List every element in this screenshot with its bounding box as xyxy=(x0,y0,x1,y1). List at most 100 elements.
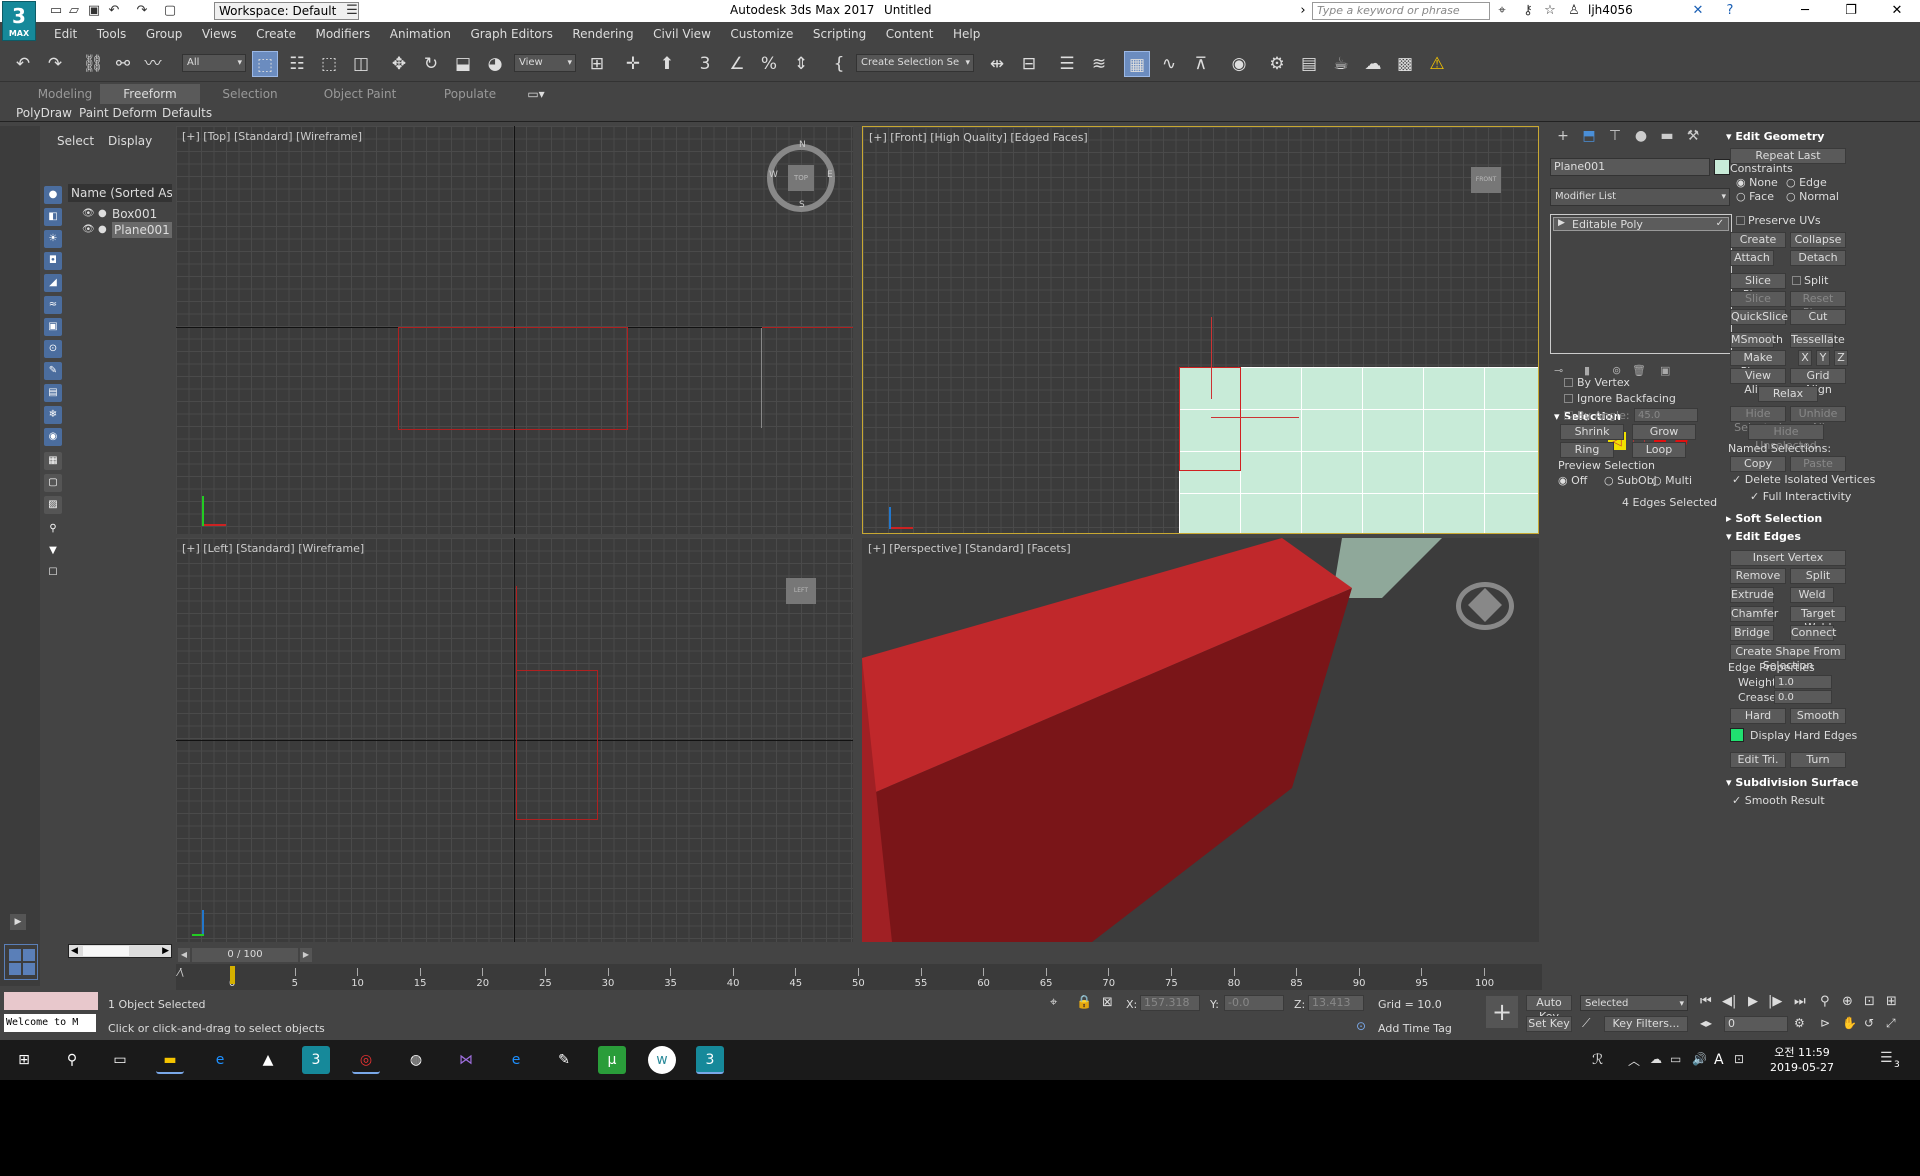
edit-geometry-rollout-title[interactable]: ▾ Edit Geometry xyxy=(1726,130,1824,143)
panel-defaults[interactable]: Defaults xyxy=(162,104,212,122)
viewport-front[interactable]: FRONT [+] [Front] [High Quality] [Edged … xyxy=(862,126,1539,534)
help-icon[interactable]: ? xyxy=(1722,3,1738,19)
create-button[interactable]: Create xyxy=(1730,232,1786,248)
containers-filter-icon[interactable]: ▤ xyxy=(44,384,62,402)
edit-named-selection-icon[interactable]: { xyxy=(826,51,852,77)
list-item[interactable]: 👁 ● Plane001 xyxy=(68,222,172,238)
edit-edges-rollout[interactable]: ▾ Edit Edges xyxy=(1726,530,1801,543)
key-tangent-icon[interactable]: ⟋ xyxy=(1582,1016,1590,1031)
tab-selection[interactable]: Selection xyxy=(200,84,300,104)
split-button[interactable]: Split xyxy=(1790,568,1846,584)
material-editor-icon[interactable]: ◉ xyxy=(1226,51,1252,77)
named-selection-dropdown[interactable]: Create Selection Se xyxy=(856,54,974,72)
toggle-scene-explorer-icon[interactable]: ☰ xyxy=(1054,51,1080,77)
paint-icon[interactable]: ✎ xyxy=(550,1046,578,1074)
select-by-name-icon[interactable]: ☷ xyxy=(284,51,310,77)
tab-populate[interactable]: Populate xyxy=(420,84,520,104)
checkbox-preserve-uvs[interactable]: Preserve UVs xyxy=(1736,214,1821,227)
zoom-all-icon[interactable]: ⊕ xyxy=(1842,994,1853,1009)
view-align-button[interactable]: View Align xyxy=(1730,368,1786,396)
cut-button[interactable]: Cut xyxy=(1790,309,1846,325)
slice-button[interactable]: Slice xyxy=(1730,291,1786,307)
isolate-selection-icon[interactable]: ⌖ xyxy=(1050,995,1057,1010)
pin-stack-icon[interactable]: ⊸ xyxy=(1554,364,1563,377)
extrude-button[interactable]: Extrude xyxy=(1730,587,1774,603)
relax-button[interactable]: Relax xyxy=(1758,386,1818,402)
pan-icon[interactable]: ✋ xyxy=(1842,1016,1857,1030)
hide-unselected-button[interactable]: Hide Unselected xyxy=(1748,424,1824,452)
clock-time[interactable]: 오전 11:59 xyxy=(1764,1044,1840,1060)
checkbox-by-angle[interactable]: By Angle: xyxy=(1564,409,1630,422)
slice-plane-button[interactable]: Slice Plane xyxy=(1730,273,1786,301)
invert-filter-icon[interactable]: ▨ xyxy=(44,496,62,514)
redo-icon[interactable]: ↷ xyxy=(42,51,68,77)
current-frame-marker[interactable] xyxy=(230,966,235,984)
link-icon[interactable]: ⛓ xyxy=(80,51,106,77)
star-icon[interactable]: ☆ xyxy=(1542,3,1558,19)
checkbox-full-interactivity[interactable]: ✓ Full Interactivity xyxy=(1750,490,1851,503)
render-setup-icon[interactable]: ⚙ xyxy=(1264,51,1290,77)
box-wireframe-edge[interactable] xyxy=(516,586,517,670)
hierarchy-panel-icon[interactable]: ⊤ xyxy=(1604,128,1626,146)
visibility-eye-icon[interactable]: 👁 xyxy=(82,206,95,222)
detach-button[interactable]: Detach xyxy=(1790,250,1846,266)
menu-create[interactable]: Create xyxy=(248,22,304,46)
viewcube-front[interactable]: FRONT xyxy=(1471,167,1501,193)
tab-object-paint[interactable]: Object Paint xyxy=(310,84,410,104)
schematic-view-icon[interactable]: ⊼ xyxy=(1188,51,1214,77)
connect-button[interactable]: Connect xyxy=(1790,625,1836,641)
lights-filter-icon[interactable]: ☀ xyxy=(44,230,62,248)
object-name-field[interactable]: Plane001 xyxy=(1550,158,1710,176)
menu-modifiers[interactable]: Modifiers xyxy=(307,22,378,46)
cleanup-icon[interactable]: ◍ xyxy=(402,1046,430,1074)
cameras-filter-icon[interactable]: ◘ xyxy=(44,252,62,270)
keyboard-shortcut-icon[interactable]: ⬆ xyxy=(654,51,680,77)
close-button[interactable]: ✕ xyxy=(1874,0,1920,22)
user-icon[interactable]: ♙ xyxy=(1566,3,1582,19)
menu-graph-editors[interactable]: Graph Editors xyxy=(462,22,560,46)
search-icon[interactable]: ⚲ xyxy=(58,1046,86,1074)
maxscript-listener[interactable]: Welcome to M xyxy=(4,1014,96,1032)
make-planar-button[interactable]: Make Planar xyxy=(1730,350,1786,378)
display-icon[interactable]: ▭ xyxy=(1670,1052,1681,1066)
motion-panel-icon[interactable]: ● xyxy=(1630,128,1652,146)
time-config-icon[interactable]: ⚙ xyxy=(1794,1016,1805,1030)
weight-spinner[interactable]: 1.0 xyxy=(1774,675,1832,689)
chamfer-button[interactable]: Chamfer xyxy=(1730,606,1778,622)
grow-button[interactable]: Grow xyxy=(1632,424,1696,440)
set-keys-icon[interactable]: + xyxy=(1486,996,1518,1028)
people-icon[interactable]: ℛ xyxy=(1592,1052,1603,1068)
time-slider-prev[interactable]: ◀ xyxy=(178,948,190,962)
constraint-face-radio[interactable]: ○ Face xyxy=(1736,190,1774,203)
selected-edges[interactable] xyxy=(1179,367,1241,471)
plane-wireframe[interactable] xyxy=(398,327,628,430)
menu-views[interactable]: Views xyxy=(194,22,245,46)
current-frame-field[interactable]: 0 xyxy=(1724,1016,1788,1032)
explorer-horizontal-scrollbar[interactable]: ◀ ▶ xyxy=(68,944,172,958)
open-file-icon[interactable]: ▱ xyxy=(66,3,82,19)
time-tag-icon[interactable]: ⊙ xyxy=(1356,1019,1366,1033)
x-coordinate[interactable]: 157.318 xyxy=(1140,995,1200,1011)
viewcube-top[interactable]: TOP xyxy=(788,165,814,191)
orbit-icon[interactable]: ↺ xyxy=(1864,1016,1874,1030)
hard-edge-color-swatch[interactable] xyxy=(1730,728,1744,742)
undo-icon[interactable]: ↶ xyxy=(106,3,122,19)
task-view-icon[interactable]: ▭ xyxy=(106,1046,134,1074)
fov-icon[interactable]: ⊳ xyxy=(1820,1016,1830,1030)
create-shape-button[interactable]: Create Shape From Selection xyxy=(1730,644,1846,672)
volume-icon[interactable]: 🔊 xyxy=(1692,1052,1707,1066)
modifier-list-dropdown[interactable]: Modifier List xyxy=(1550,188,1730,206)
w-app-icon[interactable]: w xyxy=(648,1046,676,1074)
viewport-top[interactable]: TOP N E S W [+] [Top] [Standard] [Wirefr… xyxy=(176,126,853,534)
quickslice-button[interactable]: QuickSlice xyxy=(1730,309,1788,325)
weld-button[interactable]: Weld xyxy=(1790,587,1834,603)
3dsmax-active-icon[interactable]: 3 xyxy=(696,1046,724,1074)
select-object-icon[interactable]: ⬚ xyxy=(252,51,278,77)
internet-explorer-icon[interactable]: e xyxy=(502,1046,530,1074)
grid-align-button[interactable]: Grid Align xyxy=(1790,368,1846,396)
edit-tri-button[interactable]: Edit Tri. xyxy=(1730,752,1786,768)
scale-icon[interactable]: ⬓ xyxy=(450,51,476,77)
scroll-thumb[interactable] xyxy=(83,946,129,956)
key-icon[interactable]: ⚷ xyxy=(1520,3,1536,19)
utilities-panel-icon[interactable]: ⚒ xyxy=(1682,128,1704,146)
